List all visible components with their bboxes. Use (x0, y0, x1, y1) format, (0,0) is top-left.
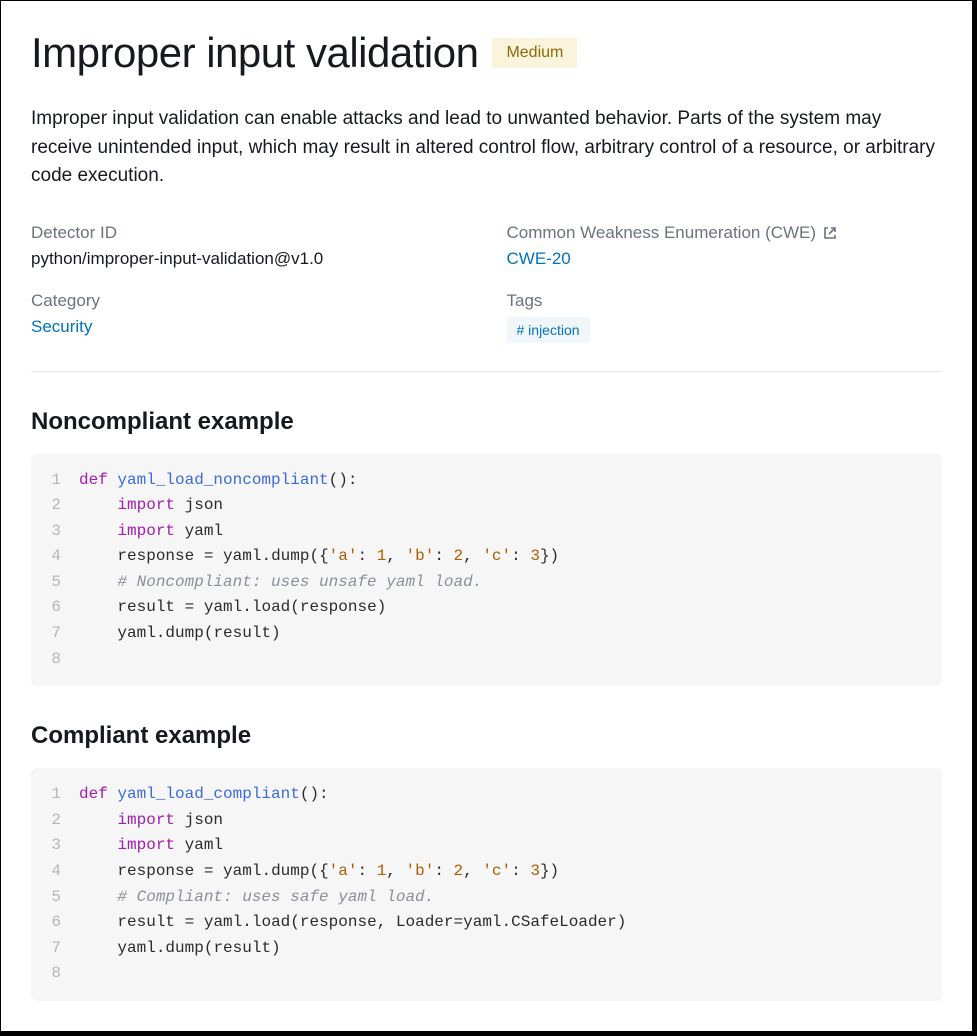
line-number: 2 (31, 493, 79, 519)
code-line: 7 yaml.dump(result) (31, 621, 942, 647)
code-content: import yaml (79, 833, 942, 859)
line-number: 2 (31, 808, 79, 834)
code-content: result = yaml.load(response, Loader=yaml… (79, 910, 942, 936)
code-line: 6 result = yaml.load(response) (31, 595, 942, 621)
line-number: 1 (31, 468, 79, 494)
noncompliant-heading: Noncompliant example (31, 408, 942, 436)
page-title: Improper input validation (31, 29, 478, 77)
category-label: Category (31, 291, 467, 311)
code-content: def yaml_load_noncompliant(): (79, 468, 942, 494)
meta-category: Category Security (31, 291, 467, 343)
code-line: 4 response = yaml.dump({'a': 1, 'b': 2, … (31, 859, 942, 885)
cwe-link[interactable]: CWE-20 (507, 249, 571, 268)
severity-badge: Medium (492, 38, 577, 68)
line-number: 4 (31, 859, 79, 885)
line-number: 7 (31, 936, 79, 962)
tags-container: # injection (507, 317, 943, 343)
line-number: 3 (31, 519, 79, 545)
code-line: 5 # Compliant: uses safe yaml load. (31, 885, 942, 911)
line-number: 6 (31, 595, 79, 621)
line-number: 5 (31, 570, 79, 596)
code-content: result = yaml.load(response) (79, 595, 942, 621)
title-row: Improper input validation Medium (31, 29, 942, 77)
code-line: 6 result = yaml.load(response, Loader=ya… (31, 910, 942, 936)
code-content: import yaml (79, 519, 942, 545)
tag-chip[interactable]: # injection (507, 317, 590, 343)
line-number: 8 (31, 647, 79, 673)
code-content: yaml.dump(result) (79, 936, 942, 962)
detector-id-value: python/improper-input-validation@v1.0 (31, 249, 467, 269)
code-content: response = yaml.dump({'a': 1, 'b': 2, 'c… (79, 859, 942, 885)
cwe-label: Common Weakness Enumeration (CWE) (507, 223, 943, 243)
tags-label: Tags (507, 291, 943, 311)
external-link-icon (822, 225, 838, 241)
code-line: 4 response = yaml.dump({'a': 1, 'b': 2, … (31, 544, 942, 570)
line-number: 8 (31, 961, 79, 987)
code-line: 8 (31, 647, 942, 673)
description-text: Improper input validation can enable att… (31, 105, 942, 191)
line-number: 7 (31, 621, 79, 647)
code-content: # Compliant: uses safe yaml load. (79, 885, 942, 911)
code-content: def yaml_load_compliant(): (79, 782, 942, 808)
page-container: Improper input validation Medium Imprope… (0, 0, 977, 1036)
code-line: 8 (31, 961, 942, 987)
line-number: 3 (31, 833, 79, 859)
detector-id-label: Detector ID (31, 223, 467, 243)
line-number: 6 (31, 910, 79, 936)
code-line: 5 # Noncompliant: uses unsafe yaml load. (31, 570, 942, 596)
code-line: 2 import json (31, 493, 942, 519)
line-number: 5 (31, 885, 79, 911)
code-line: 1def yaml_load_compliant(): (31, 782, 942, 808)
code-line: 3 import yaml (31, 833, 942, 859)
code-line: 3 import yaml (31, 519, 942, 545)
code-line: 2 import json (31, 808, 942, 834)
cwe-label-text: Common Weakness Enumeration (CWE) (507, 223, 817, 243)
code-content: yaml.dump(result) (79, 621, 942, 647)
line-number: 1 (31, 782, 79, 808)
category-link[interactable]: Security (31, 317, 92, 336)
compliant-heading: Compliant example (31, 722, 942, 750)
code-content: import json (79, 808, 942, 834)
code-content: # Noncompliant: uses unsafe yaml load. (79, 570, 942, 596)
line-number: 4 (31, 544, 79, 570)
code-line: 1def yaml_load_noncompliant(): (31, 468, 942, 494)
code-content (79, 961, 942, 987)
code-content (79, 647, 942, 673)
noncompliant-code-block: 1def yaml_load_noncompliant():2 import j… (31, 454, 942, 687)
meta-cwe: Common Weakness Enumeration (CWE) CWE-20 (507, 223, 943, 269)
meta-detector-id: Detector ID python/improper-input-valida… (31, 223, 467, 269)
code-content: response = yaml.dump({'a': 1, 'b': 2, 'c… (79, 544, 942, 570)
code-line: 7 yaml.dump(result) (31, 936, 942, 962)
code-content: import json (79, 493, 942, 519)
compliant-code-block: 1def yaml_load_compliant():2 import json… (31, 768, 942, 1001)
meta-tags: Tags # injection (507, 291, 943, 343)
meta-grid: Detector ID python/improper-input-valida… (31, 223, 942, 372)
